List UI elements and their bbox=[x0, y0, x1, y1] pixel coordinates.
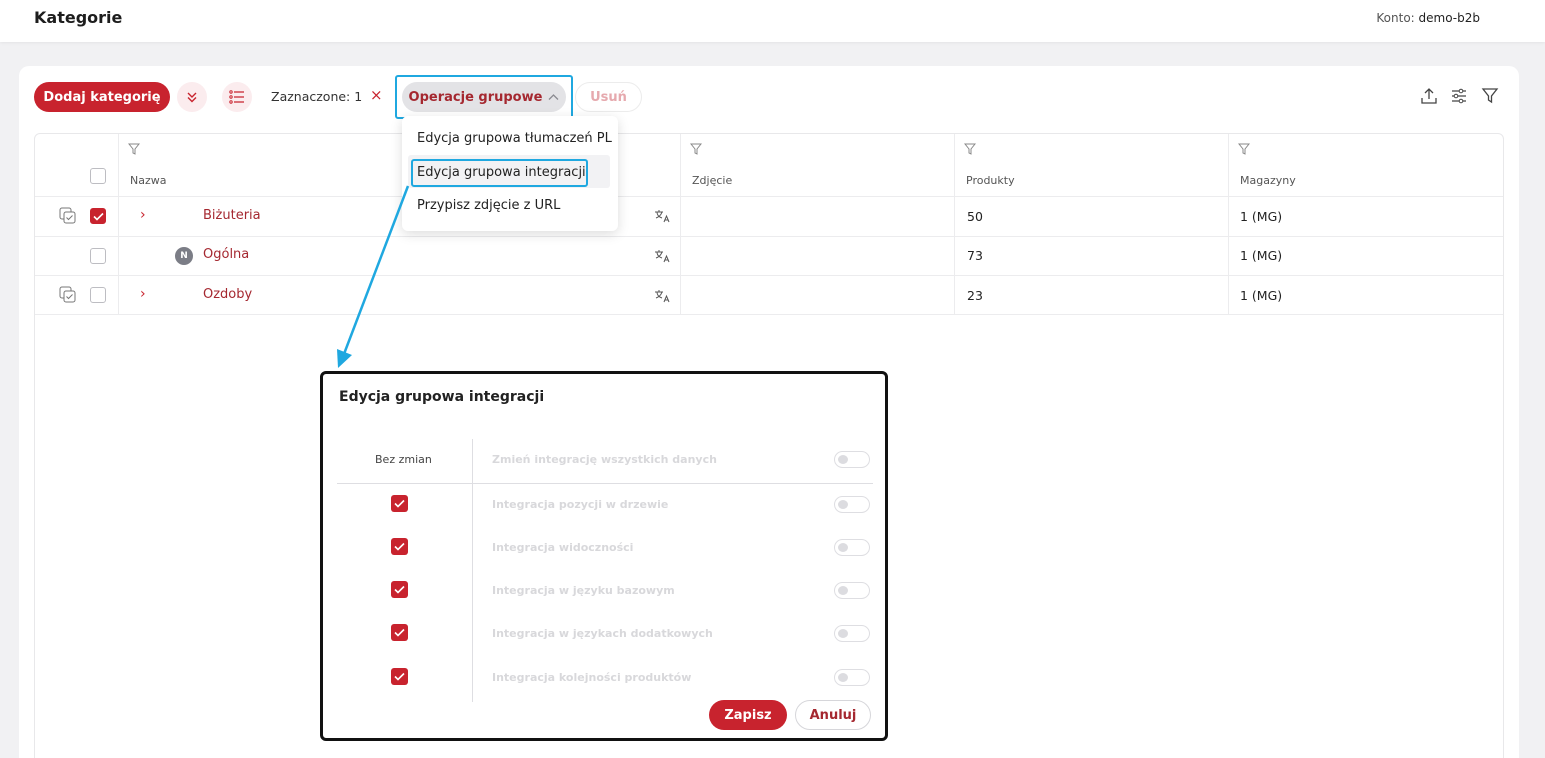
menu-item-translations[interactable]: Edycja grupowa tłumaczeń PL bbox=[417, 131, 612, 146]
master-option-label: Zmień integrację wszystkich danych bbox=[492, 453, 717, 466]
column-header-warehouses[interactable]: Magazyny bbox=[1240, 174, 1296, 187]
expand-chevron-icon[interactable]: › bbox=[140, 207, 146, 223]
no-change-header: Bez zmian bbox=[375, 453, 432, 466]
selected-count: Zaznaczone: 1 bbox=[271, 89, 363, 104]
no-change-checkbox[interactable] bbox=[391, 538, 408, 555]
category-link[interactable]: Ozdoby bbox=[203, 287, 252, 302]
column-header-image[interactable]: Zdjęcie bbox=[692, 174, 732, 187]
top-bar: Kategorie Konto: demo-b2b bbox=[0, 0, 1545, 42]
warehouses-value: 1 (MG) bbox=[1240, 209, 1283, 224]
row-checkbox[interactable] bbox=[90, 208, 106, 224]
option-toggle[interactable] bbox=[834, 669, 870, 686]
account-value[interactable]: demo-b2b bbox=[1419, 11, 1480, 25]
add-category-button[interactable]: Dodaj kategorię bbox=[34, 82, 170, 112]
products-count: 23 bbox=[967, 288, 983, 303]
option-toggle[interactable] bbox=[834, 496, 870, 513]
no-change-checkbox[interactable] bbox=[391, 495, 408, 512]
category-link[interactable]: Ogólna bbox=[203, 247, 249, 262]
sliders-icon bbox=[1452, 88, 1466, 104]
option-label: Integracja w języku bazowym bbox=[492, 584, 675, 597]
list-view-button[interactable] bbox=[222, 82, 252, 112]
column-filter-icon[interactable] bbox=[128, 143, 140, 155]
option-label: Integracja w językach dodatkowych bbox=[492, 627, 713, 640]
select-all-checkbox[interactable] bbox=[90, 168, 106, 184]
option-label: Integracja pozycji w drzewie bbox=[492, 498, 669, 511]
check-icon bbox=[394, 542, 405, 551]
row-checkbox[interactable] bbox=[90, 287, 106, 303]
filter-icon bbox=[1481, 88, 1499, 104]
column-filter-icon[interactable] bbox=[690, 143, 702, 155]
option-toggle[interactable] bbox=[834, 625, 870, 642]
select-children-icon[interactable] bbox=[59, 207, 76, 224]
translate-icon[interactable] bbox=[654, 209, 670, 223]
column-header-name[interactable]: Nazwa bbox=[130, 174, 166, 187]
clear-selection-icon[interactable]: × bbox=[370, 86, 383, 104]
category-link[interactable]: Biżuteria bbox=[203, 208, 261, 223]
no-change-checkbox[interactable] bbox=[391, 668, 408, 685]
column-filter-icon[interactable] bbox=[1238, 143, 1250, 155]
menu-item-image-url[interactable]: Przypisz zdjęcie z URL bbox=[417, 198, 560, 213]
settings-button[interactable] bbox=[1448, 85, 1470, 107]
page-title: Kategorie bbox=[34, 8, 123, 27]
account-info: Konto: demo-b2b bbox=[1376, 11, 1480, 25]
group-operations-highlight bbox=[395, 75, 573, 119]
select-children-icon[interactable] bbox=[59, 286, 76, 303]
translate-icon[interactable] bbox=[654, 289, 670, 303]
upload-icon bbox=[1421, 88, 1437, 104]
group-integration-dialog: Edycja grupowa integracji Bez zmian Zmie… bbox=[320, 371, 888, 741]
new-badge: N bbox=[175, 247, 193, 265]
double-chevron-down-icon bbox=[187, 92, 197, 103]
option-label: Integracja widoczności bbox=[492, 541, 634, 554]
option-label: Integracja kolejności produktów bbox=[492, 671, 692, 684]
no-change-checkbox[interactable] bbox=[391, 581, 408, 598]
save-button[interactable]: Zapisz bbox=[709, 700, 787, 730]
cancel-button[interactable]: Anuluj bbox=[795, 700, 871, 730]
account-label: Konto: bbox=[1376, 11, 1415, 25]
menu-item-highlight bbox=[411, 159, 588, 187]
column-header-products[interactable]: Produkty bbox=[966, 174, 1015, 187]
column-filter-icon[interactable] bbox=[964, 143, 976, 155]
products-count: 50 bbox=[967, 209, 983, 224]
dialog-title: Edycja grupowa integracji bbox=[339, 389, 545, 405]
master-toggle[interactable] bbox=[834, 451, 870, 468]
no-change-checkbox[interactable] bbox=[391, 624, 408, 641]
products-count: 73 bbox=[967, 248, 983, 263]
expand-chevron-icon[interactable]: › bbox=[140, 286, 146, 302]
translate-icon[interactable] bbox=[654, 249, 670, 263]
filter-button[interactable] bbox=[1479, 85, 1501, 107]
warehouses-value: 1 (MG) bbox=[1240, 248, 1283, 263]
check-icon bbox=[394, 672, 405, 681]
list-icon bbox=[229, 90, 244, 104]
option-toggle[interactable] bbox=[834, 582, 870, 599]
check-icon bbox=[394, 585, 405, 594]
check-icon bbox=[92, 212, 104, 221]
row-checkbox[interactable] bbox=[90, 248, 106, 264]
check-icon bbox=[394, 499, 405, 508]
option-toggle[interactable] bbox=[834, 539, 870, 556]
collapse-all-button[interactable] bbox=[177, 82, 207, 112]
warehouses-value: 1 (MG) bbox=[1240, 288, 1283, 303]
delete-button[interactable]: Usuń bbox=[575, 82, 642, 112]
export-button[interactable] bbox=[1418, 85, 1440, 107]
check-icon bbox=[394, 628, 405, 637]
